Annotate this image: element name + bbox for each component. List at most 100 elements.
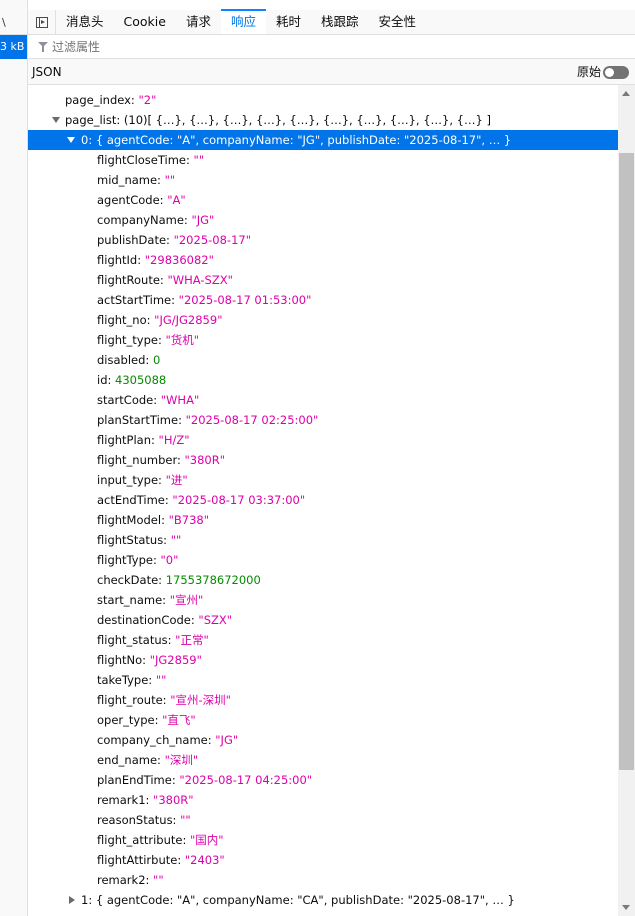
tab-response[interactable]: 响应 xyxy=(220,9,266,34)
tree-row-field[interactable]: mid_name: "" xyxy=(28,170,618,190)
tree-row-field[interactable]: actEndTime: "2025-08-17 03:37:00" xyxy=(28,490,618,510)
tab-headers[interactable]: 消息头 xyxy=(56,10,114,34)
tree-row-field[interactable]: id: 4305088 xyxy=(28,370,618,390)
tab-request[interactable]: 请求 xyxy=(176,10,221,34)
tree-key: flight_type: xyxy=(97,333,162,347)
raw-toggle-switch[interactable] xyxy=(603,66,629,79)
tree-key: agentCode: xyxy=(97,193,164,207)
tree-value: "B738" xyxy=(168,513,210,527)
tree-row-field[interactable]: planStartTime: "2025-08-17 02:25:00" xyxy=(28,410,618,430)
scroll-down-arrow-icon[interactable] xyxy=(622,905,630,910)
collapse-arrow-icon[interactable] xyxy=(69,896,75,904)
toggle-sidebar-button[interactable] xyxy=(28,10,56,34)
tree-row-field[interactable]: flightAttirbute: "2403" xyxy=(28,850,618,870)
tree-key: flight_route: xyxy=(97,693,167,707)
tree-row-field[interactable]: checkDate: 1755378672000 xyxy=(28,570,618,590)
tree-value: "WHA" xyxy=(160,393,200,407)
filter-properties-input[interactable]: 过滤属性 xyxy=(28,35,635,59)
tree-value: "" xyxy=(164,173,176,187)
tree-value: "JG2859" xyxy=(149,653,202,667)
tree-key: id: xyxy=(97,373,112,387)
tree-key: flightAttirbute: xyxy=(97,853,182,867)
tree-key: planStartTime: xyxy=(97,413,182,427)
tree-row-field[interactable]: agentCode: "A" xyxy=(28,190,618,210)
tree-row-field[interactable]: companyName: "JG" xyxy=(28,210,618,230)
tree-key: input_type: xyxy=(97,473,162,487)
tree-row-field[interactable]: flight_status: "正常" xyxy=(28,630,618,650)
tree-row-field[interactable]: oper_type: "直飞" xyxy=(28,710,618,730)
tree-key: end_name: xyxy=(97,753,161,767)
tree-key: publishDate: xyxy=(97,233,170,247)
tree-row-field[interactable]: takeType: "" xyxy=(28,670,618,690)
tree-key: company_ch_name: xyxy=(97,733,212,747)
tree-value: "2025-08-17 01:53:00" xyxy=(178,293,312,307)
tab-timings[interactable]: 耗时 xyxy=(266,10,311,34)
tree-row-field[interactable]: flight_number: "380R" xyxy=(28,450,618,470)
tree-row-field[interactable]: flight_no: "JG/JG2859" xyxy=(28,310,618,330)
tree-key: actStartTime: xyxy=(97,293,175,307)
tree-key: flightType: xyxy=(97,553,157,567)
tree-key: planEndTime: xyxy=(97,773,176,787)
tree-value: "" xyxy=(180,813,191,827)
tree-key: page_index: xyxy=(65,93,135,107)
tree-value: "2403" xyxy=(184,853,225,867)
tree-row-field[interactable]: flightNo: "JG2859" xyxy=(28,650,618,670)
tree-key: flight_status: xyxy=(97,633,172,647)
raw-toggle-label: 原始 xyxy=(576,65,601,79)
tree-value: "WHA-SZX" xyxy=(167,273,233,287)
tree-row-page-list[interactable]: page_list: (10)[ {…}, {…}, {…}, {…}, {…}… xyxy=(28,110,618,130)
tree-value: "2025-08-17 04:25:00" xyxy=(179,773,313,787)
tree-row-field[interactable]: reasonStatus: "" xyxy=(28,810,618,830)
tree-key: actEndTime: xyxy=(97,493,169,507)
tree-value: "" xyxy=(155,673,167,687)
selected-request-size[interactable]: 3 kB xyxy=(0,35,27,59)
tree-key: flightCloseTime: xyxy=(97,153,190,167)
tree-value: "" xyxy=(153,873,164,887)
tree-key: flight_attribute: xyxy=(97,833,187,847)
expand-arrow-icon[interactable] xyxy=(67,137,75,143)
tree-row-field[interactable]: flightPlan: "H/Z" xyxy=(28,430,618,450)
scroll-up-arrow-icon[interactable] xyxy=(622,91,630,96)
tree-row-field[interactable]: planEndTime: "2025-08-17 04:25:00" xyxy=(28,770,618,790)
tree-row-field[interactable]: remark2: "" xyxy=(28,870,618,890)
tree-value: "2" xyxy=(138,93,157,107)
tree-row-field[interactable]: destinationCode: "SZX" xyxy=(28,610,618,630)
scrollbar-thumb[interactable] xyxy=(619,153,634,770)
tree-value: "JG" xyxy=(191,213,215,227)
tree-value: "进" xyxy=(165,473,188,487)
tree-row-field[interactable]: flightModel: "B738" xyxy=(28,510,618,530)
tree-row-field[interactable]: company_ch_name: "JG" xyxy=(28,730,618,750)
tree-row-field[interactable]: flight_route: "宣州-深圳" xyxy=(28,690,618,710)
tree-row-field[interactable]: flightCloseTime: "" xyxy=(28,150,618,170)
vertical-scrollbar[interactable] xyxy=(618,85,635,916)
expand-arrow-icon[interactable] xyxy=(52,117,60,123)
tree-row-field[interactable]: actStartTime: "2025-08-17 01:53:00" xyxy=(28,290,618,310)
tree-row-field[interactable]: start_name: "宣州" xyxy=(28,590,618,610)
tree-key: flightPlan: xyxy=(97,433,155,447)
tree-value: "" xyxy=(193,153,205,167)
tree-value: "直飞" xyxy=(162,713,196,727)
tree-row-field[interactable]: flight_type: "货机" xyxy=(28,330,618,350)
tree-row-field[interactable]: flightId: "29836082" xyxy=(28,250,618,270)
tree-key: page_list: xyxy=(65,113,121,127)
tree-value: "深圳" xyxy=(164,753,199,767)
tab-stack-trace[interactable]: 栈跟踪 xyxy=(311,10,369,34)
tree-row-field[interactable]: input_type: "进" xyxy=(28,470,618,490)
tree-row-field[interactable]: end_name: "深圳" xyxy=(28,750,618,770)
request-list-header[interactable]: \ xyxy=(0,10,27,35)
tree-row-field[interactable]: disabled: 0 xyxy=(28,350,618,370)
tree-row-field[interactable]: flightStatus: "" xyxy=(28,530,618,550)
tab-security[interactable]: 安全性 xyxy=(369,10,427,34)
tree-row-field[interactable]: flightRoute: "WHA-SZX" xyxy=(28,270,618,290)
tree-row-field[interactable]: startCode: "WHA" xyxy=(28,390,618,410)
tree-row-page-index[interactable]: page_index: "2" xyxy=(28,90,618,110)
tab-cookie[interactable]: Cookie xyxy=(114,10,176,34)
tree-row-field[interactable]: flight_attribute: "国内" xyxy=(28,830,618,850)
tree-row-field[interactable]: publishDate: "2025-08-17" xyxy=(28,230,618,250)
tree-key: flightId: xyxy=(97,253,142,267)
tree-row-item-0[interactable]: 0: { agentCode: "A", companyName: "JG", … xyxy=(28,130,618,150)
tree-row-item-1[interactable]: 1: { agentCode: "A", companyName: "CA", … xyxy=(28,890,618,910)
tree-key: reasonStatus: xyxy=(97,813,177,827)
tree-row-field[interactable]: flightType: "0" xyxy=(28,550,618,570)
tree-row-field[interactable]: remark1: "380R" xyxy=(28,790,618,810)
